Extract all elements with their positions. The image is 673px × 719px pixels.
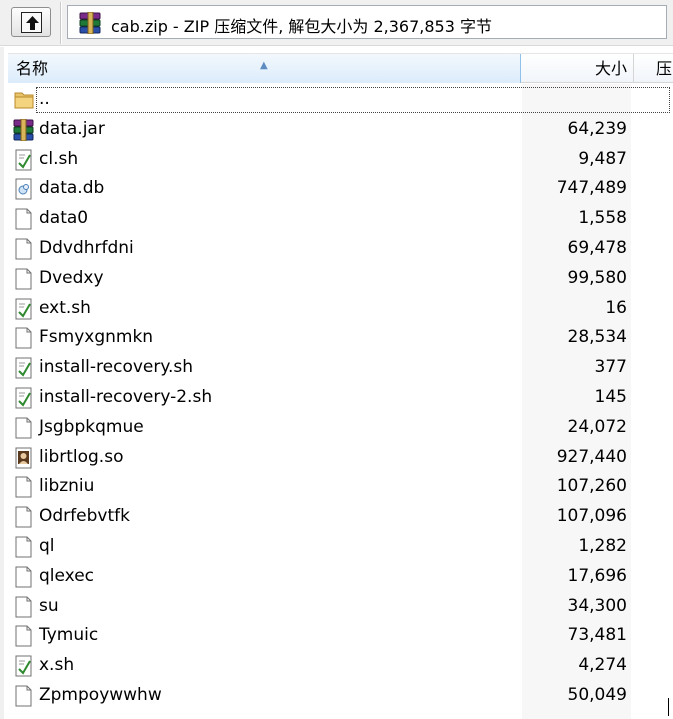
file-icon: [13, 208, 35, 230]
file-size: 145: [594, 387, 627, 407]
file-row[interactable]: ext.sh 16: [8, 294, 673, 324]
file-row[interactable]: Fsmyxgnmkn 28,534: [8, 323, 673, 353]
file-name: data0: [39, 208, 89, 229]
file-name: data.jar: [39, 118, 105, 139]
file-size: 99,580: [567, 267, 627, 288]
up-arrow-icon: [21, 12, 42, 33]
file-name: Ddvdhrfdni: [39, 238, 134, 258]
file-size: 927,440: [556, 446, 627, 467]
file-size: 16: [605, 297, 627, 318]
column-name-label: 名称: [16, 59, 49, 78]
up-folder-button[interactable]: [11, 7, 51, 37]
file-row[interactable]: Jsgbpkqmue 24,072: [8, 413, 673, 443]
file-row[interactable]: data0 1,558: [8, 204, 673, 234]
winrar-archive-icon: [79, 11, 103, 38]
file-row[interactable]: cl.sh 9,487: [8, 145, 673, 175]
file-icon: [13, 625, 35, 647]
file-icon: [13, 417, 35, 439]
column-header: 名称 ▲ 大小 压: [8, 53, 673, 83]
file-size: 9,487: [578, 148, 627, 169]
parent-folder-row[interactable]: ..: [8, 85, 673, 115]
file-size: 28,534: [567, 327, 627, 348]
file-size: 747,489: [556, 178, 627, 199]
file-icon: [13, 327, 35, 349]
file-name: qlexec: [39, 565, 95, 586]
file-name: x.sh: [39, 655, 75, 676]
file-name: ext.sh: [39, 297, 91, 318]
sort-ascending-icon: ▲: [260, 60, 268, 71]
file-size: 1,558: [578, 208, 627, 229]
script-icon: [13, 149, 35, 171]
file-size: 107,096: [556, 506, 627, 527]
file-row[interactable]: data.db 747,489: [8, 174, 673, 204]
file-size: 24,072: [567, 416, 627, 437]
folder-up-icon: [13, 89, 35, 111]
file-row[interactable]: install-recovery-2.sh 145: [8, 383, 673, 413]
file-row[interactable]: libzniu 107,260: [8, 472, 673, 502]
file-row[interactable]: install-recovery.sh 377: [8, 353, 673, 383]
file-name: Fsmyxgnmkn: [39, 327, 154, 348]
file-row[interactable]: Ddvdhrfdni 69,478: [8, 234, 673, 264]
file-icon: [13, 238, 35, 260]
file-name: Zpmpoywwhw: [39, 685, 162, 705]
file-name: librtlog.so: [39, 446, 124, 467]
file-size: 50,049: [567, 685, 627, 705]
file-row[interactable]: Tymuic 73,481: [8, 621, 673, 651]
column-header-name[interactable]: 名称 ▲: [8, 54, 521, 83]
script-icon: [13, 298, 35, 320]
file-icon: [13, 536, 35, 558]
address-bar[interactable]: cab.zip - ZIP 压缩文件, 解包大小为 2,367,853 字节: [67, 5, 667, 39]
file-row[interactable]: librtlog.so 927,440: [8, 443, 673, 473]
file-row[interactable]: Odrfebvtfk 107,096: [8, 502, 673, 532]
script-icon: [13, 655, 35, 677]
script-icon: [13, 387, 35, 409]
file-row[interactable]: su 34,300: [8, 592, 673, 622]
script-icon: [13, 357, 35, 379]
file-size: 69,478: [567, 238, 627, 258]
file-size: 73,481: [567, 625, 627, 646]
file-size: 377: [594, 357, 627, 378]
file-name: libzniu: [39, 476, 95, 497]
archive-path-text: cab.zip - ZIP 压缩文件, 解包大小为 2,367,853 字节: [111, 17, 492, 36]
file-list[interactable]: 名称 ▲ 大小 压 .. data.jar 64,239 cl.sh 9,487 data…: [0, 47, 673, 719]
file-name: cl.sh: [39, 148, 79, 169]
file-row[interactable]: x.sh 4,274: [8, 651, 673, 681]
file-name: data.db: [39, 178, 105, 199]
file-size: 107,260: [556, 476, 627, 497]
file-name: install-recovery.sh: [39, 357, 194, 378]
file-icon: [13, 476, 35, 498]
file-name: Odrfebvtfk: [39, 506, 130, 527]
file-size: 4,274: [578, 655, 627, 676]
file-name: su: [39, 595, 59, 616]
file-name: install-recovery-2.sh: [39, 387, 213, 407]
column-header-size[interactable]: 大小: [522, 54, 634, 83]
toolbar: cab.zip - ZIP 压缩文件, 解包大小为 2,367,853 字节: [0, 0, 673, 46]
file-name: Tymuic: [39, 625, 99, 646]
file-size: 1,282: [578, 536, 627, 556]
file-name: ql: [39, 536, 55, 556]
file-row[interactable]: Zpmpoywwhw 50,049: [8, 681, 673, 711]
column-header-packed[interactable]: 压: [635, 54, 673, 83]
file-icon: [13, 268, 35, 290]
file-size: 17,696: [567, 565, 627, 586]
file-icon: [13, 685, 35, 707]
file-row[interactable]: Dvedxy 99,580: [8, 264, 673, 294]
file-icon: [13, 596, 35, 618]
file-row[interactable]: qlexec 17,696: [8, 562, 673, 592]
file-size: 34,300: [567, 595, 627, 616]
file-name: Jsgbpkqmue: [39, 416, 144, 437]
file-name: Dvedxy: [39, 267, 104, 288]
focus-rectangle: [36, 87, 670, 113]
file-icon: [13, 506, 35, 528]
toolbar-separator: [60, 2, 62, 44]
file-row[interactable]: ql 1,282: [8, 532, 673, 562]
text-cursor: [668, 698, 669, 716]
archive-icon: [13, 118, 35, 142]
database-file-icon: [13, 178, 35, 200]
file-size: 64,239: [567, 118, 627, 139]
file-icon: [13, 566, 35, 588]
file-row[interactable]: data.jar 64,239: [8, 115, 673, 145]
library-icon: [13, 447, 35, 469]
